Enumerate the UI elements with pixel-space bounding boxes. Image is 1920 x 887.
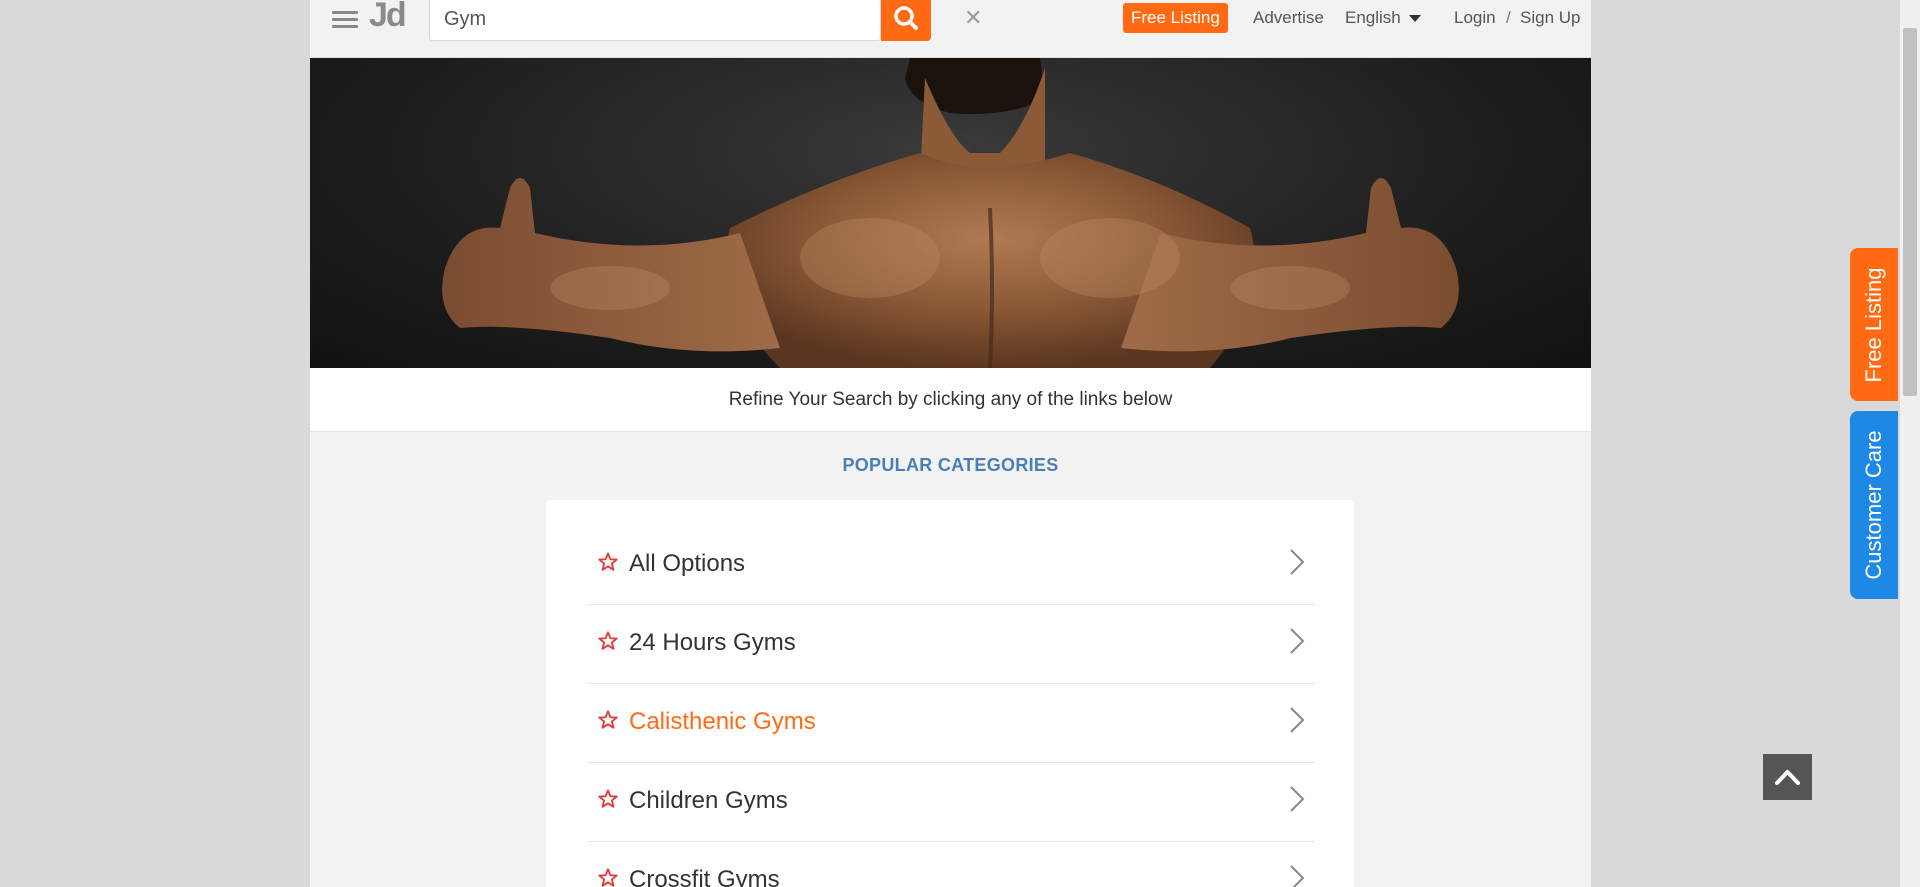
category-label: 24 Hours Gyms	[629, 629, 796, 656]
chevron-right-icon	[1290, 549, 1305, 575]
category-item[interactable]: Calisthenic Gyms	[587, 684, 1315, 763]
chevron-right-icon	[1290, 786, 1305, 812]
logo[interactable]: Jd	[369, 0, 407, 35]
categories-card: All Options 24 Hours Gyms Calisthenic Gy…	[546, 500, 1354, 887]
chevron-right-icon	[1290, 707, 1305, 733]
customer-care-side-label: Customer Care	[1861, 430, 1886, 580]
search-box: ✕	[429, 0, 982, 41]
caret-down-icon	[1408, 15, 1421, 23]
menu-icon[interactable]	[332, 8, 358, 28]
category-item[interactable]: All Options	[587, 526, 1315, 605]
category-item[interactable]: Crossfit Gyms	[587, 842, 1315, 887]
header: Jd ✕ Free Listing Advertise English Logi…	[310, 0, 1591, 58]
star-icon	[598, 631, 618, 650]
chevron-up-icon	[1775, 770, 1800, 785]
star-icon	[598, 789, 618, 808]
refine-text: Refine Your Search by clicking any of th…	[310, 368, 1591, 432]
search-input[interactable]	[442, 5, 826, 33]
chevron-right-icon	[1290, 865, 1305, 887]
chevron-right-icon	[1290, 628, 1305, 654]
search-button[interactable]	[881, 0, 931, 41]
star-icon	[598, 710, 618, 729]
language-select[interactable]: English	[1345, 8, 1421, 28]
advertise-link[interactable]: Advertise	[1253, 8, 1324, 28]
language-label: English	[1345, 8, 1401, 27]
popular-categories-title: POPULAR CATEGORIES	[842, 455, 1059, 475]
category-label: All Options	[629, 550, 746, 577]
clear-icon[interactable]: ✕	[964, 5, 982, 31]
star-icon	[598, 552, 618, 571]
free-listing-side-tab[interactable]: Free Listing	[1850, 248, 1898, 401]
category-item[interactable]: 24 Hours Gyms	[587, 605, 1315, 684]
customer-care-side-tab[interactable]: Customer Care	[1850, 411, 1898, 599]
search-icon	[894, 6, 918, 30]
signup-link[interactable]: Sign Up	[1520, 8, 1580, 28]
page: Jd ✕ Free Listing Advertise English Logi…	[310, 0, 1591, 887]
free-listing-side-label: Free Listing	[1861, 267, 1886, 382]
category-label: Calisthenic Gyms	[629, 708, 816, 735]
star-icon	[598, 868, 618, 887]
category-label: Crossfit Gyms	[629, 866, 780, 887]
scroll-to-top-button[interactable]	[1763, 754, 1812, 800]
scrollbar-thumb[interactable]	[1903, 28, 1917, 396]
hero-image	[442, 58, 1459, 368]
free-listing-button[interactable]: Free Listing	[1123, 3, 1228, 33]
category-label: Children Gyms	[629, 787, 788, 814]
category-item[interactable]: Children Gyms	[587, 763, 1315, 842]
login-link[interactable]: Login	[1454, 8, 1496, 28]
vertical-scrollbar[interactable]	[1900, 0, 1920, 887]
login-separator: /	[1506, 8, 1511, 27]
hero-banner	[310, 58, 1591, 368]
